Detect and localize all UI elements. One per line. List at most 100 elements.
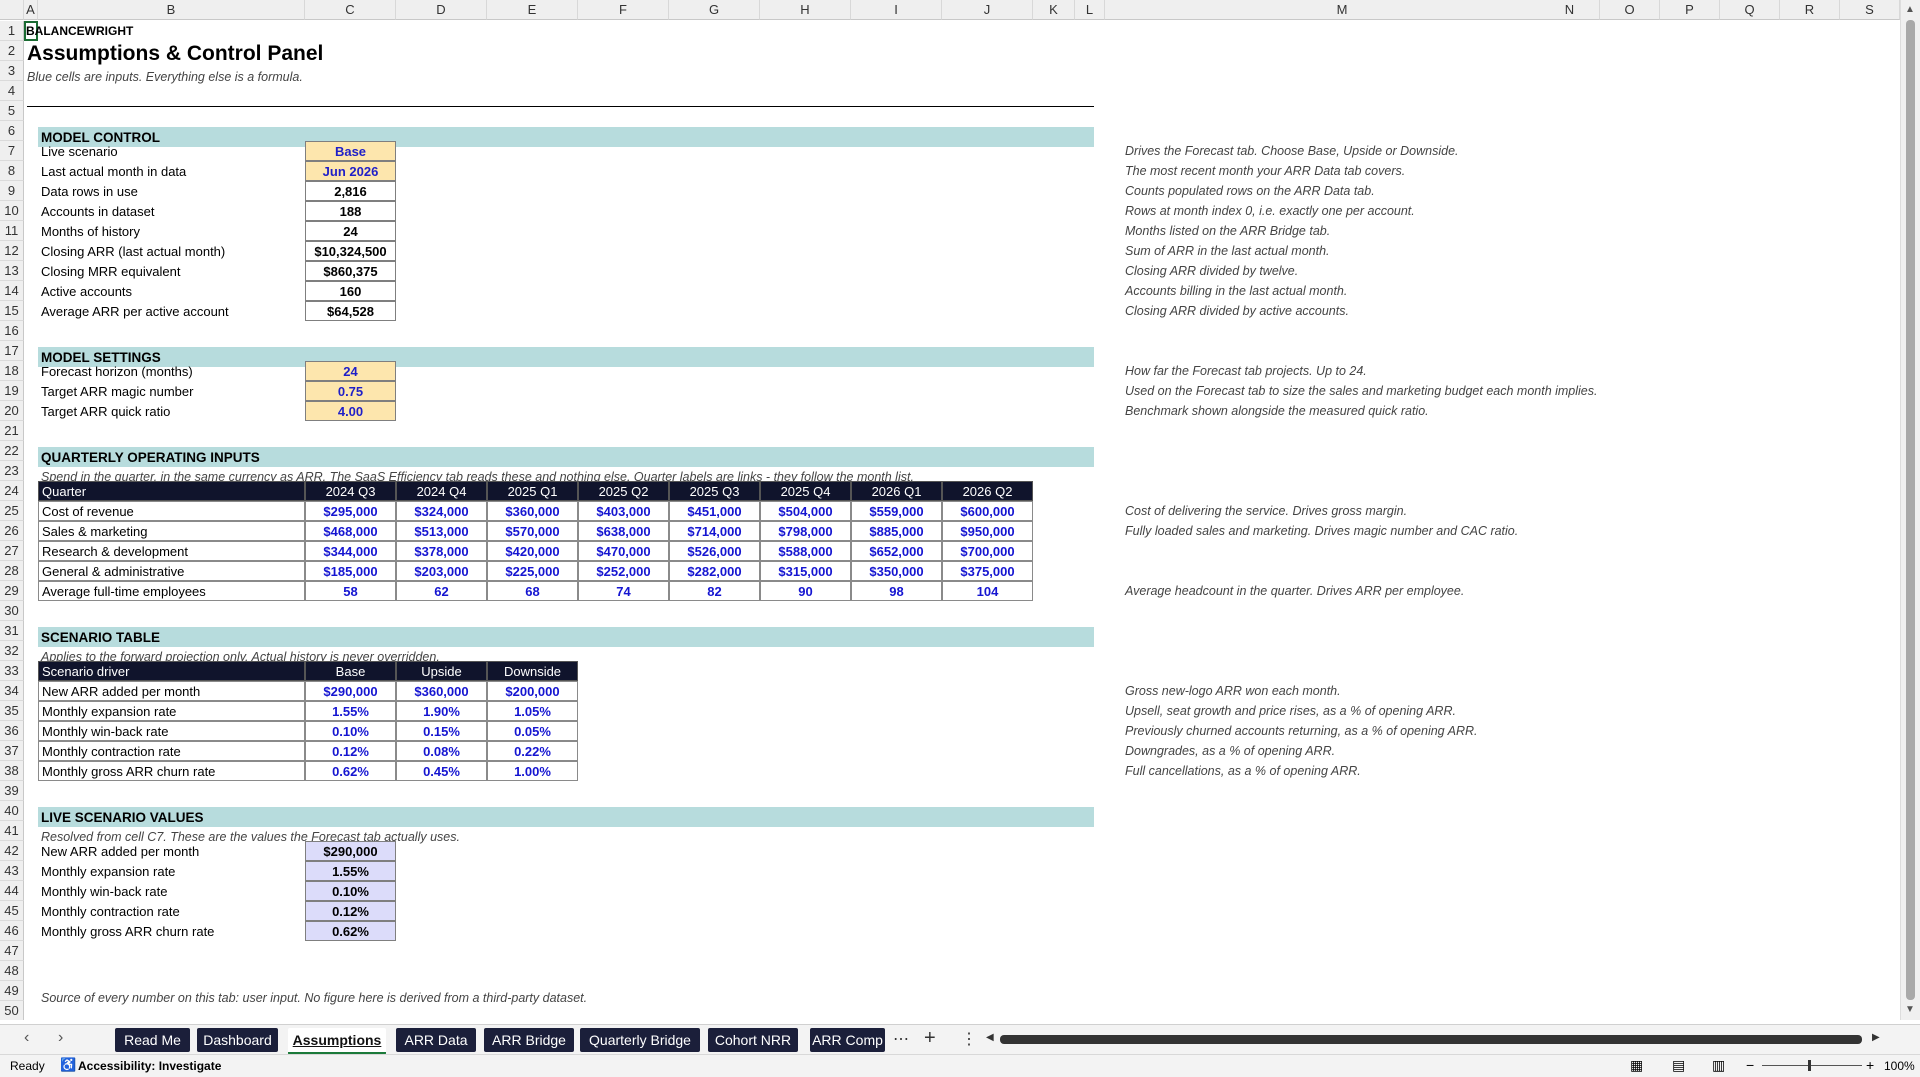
hscroll-right-icon[interactable]: ▶ [1872,1032,1880,1043]
row-header[interactable]: 48 [0,961,24,981]
page-layout-icon[interactable]: ▤ [1672,1057,1685,1074]
row-header[interactable]: 39 [0,781,24,801]
quarterly-value[interactable]: $588,000 [760,541,851,561]
quarterly-value[interactable]: $451,000 [669,501,760,521]
row-header[interactable]: 47 [0,941,24,961]
row-header[interactable]: 23 [0,461,24,481]
quarterly-value[interactable]: $252,000 [578,561,669,581]
horizontal-scrollbar[interactable]: ◀ ▶ [986,1032,1891,1045]
sheet-tab[interactable]: ARR Data [396,1028,476,1052]
row-header[interactable]: 13 [0,261,24,281]
row-header[interactable]: 27 [0,541,24,561]
column-header[interactable]: R [1780,0,1840,20]
zoom-out-icon[interactable]: − [1746,1057,1754,1073]
column-header[interactable]: N [1540,0,1600,20]
quarterly-value[interactable]: 90 [760,581,851,601]
scenario-value[interactable]: 1.55% [305,701,396,721]
quarterly-value[interactable]: $504,000 [760,501,851,521]
model-control-value[interactable]: $860,375 [305,261,396,281]
row-header[interactable]: 5 [0,101,24,121]
quarterly-value[interactable]: $526,000 [669,541,760,561]
row-header[interactable]: 9 [0,181,24,201]
row-header[interactable]: 35 [0,701,24,721]
column-header[interactable]: B [38,0,305,20]
sheet-tab[interactable]: Read Me [115,1028,190,1052]
row-header[interactable]: 34 [0,681,24,701]
row-header[interactable]: 40 [0,801,24,821]
column-header[interactable]: I [851,0,942,20]
row-header[interactable]: 22 [0,441,24,461]
add-sheet-icon[interactable]: + [924,1027,936,1050]
scenario-value[interactable]: $200,000 [487,681,578,701]
row-header[interactable]: 49 [0,981,24,1001]
quarterly-value[interactable]: 58 [305,581,396,601]
model-setting-value[interactable]: 4.00 [305,401,396,421]
row-header[interactable]: 30 [0,601,24,621]
row-header[interactable]: 33 [0,661,24,681]
quarterly-value[interactable]: $600,000 [942,501,1033,521]
row-header[interactable]: 17 [0,341,24,361]
scroll-thumb[interactable] [1906,20,1915,1000]
row-header[interactable]: 26 [0,521,24,541]
model-control-value[interactable]: 188 [305,201,396,221]
quarterly-value[interactable]: $344,000 [305,541,396,561]
row-header[interactable]: 7 [0,141,24,161]
column-header[interactable]: A [24,0,38,20]
row-header[interactable]: 37 [0,741,24,761]
row-header[interactable]: 4 [0,81,24,101]
model-control-value[interactable]: Jun 2026 [305,161,396,181]
scenario-value[interactable]: 1.00% [487,761,578,781]
quarterly-value[interactable]: $470,000 [578,541,669,561]
scenario-value[interactable]: 1.05% [487,701,578,721]
column-header[interactable]: C [305,0,396,20]
column-header[interactable]: H [760,0,851,20]
quarterly-value[interactable]: $360,000 [487,501,578,521]
scenario-value[interactable]: $290,000 [305,681,396,701]
row-header[interactable]: 8 [0,161,24,181]
vertical-scrollbar[interactable]: ▲ ▼ [1900,0,1920,1020]
column-header[interactable]: O [1600,0,1660,20]
row-header[interactable]: 44 [0,881,24,901]
scenario-value[interactable]: 0.10% [305,721,396,741]
sheet-tab[interactable]: Assumptions [288,1028,386,1055]
quarterly-value[interactable]: $420,000 [487,541,578,561]
quarterly-value[interactable]: $295,000 [305,501,396,521]
row-header[interactable]: 15 [0,301,24,321]
scenario-value[interactable]: $360,000 [396,681,487,701]
scenario-value[interactable]: 0.15% [396,721,487,741]
row-header[interactable]: 18 [0,361,24,381]
column-header[interactable]: L [1075,0,1105,20]
column-header[interactable]: G [669,0,760,20]
tab-scroll-right-icon[interactable]: › [58,1029,63,1047]
quarterly-value[interactable]: 104 [942,581,1033,601]
sheet-tab[interactable]: Cohort NRR [708,1028,798,1052]
model-control-value[interactable]: $64,528 [305,301,396,321]
row-header[interactable]: 11 [0,221,24,241]
row-header[interactable]: 10 [0,201,24,221]
sheet-tab[interactable]: ARR Bridge [484,1028,574,1052]
column-header[interactable]: Q [1720,0,1780,20]
quarterly-value[interactable]: $714,000 [669,521,760,541]
spreadsheet-grid[interactable]: ABCDEFGHIJKLMNOPQRS 1 2 3 4 5 6 7 8 9 10 11 12 13 14 1… [0,0,1920,1020]
quarterly-value[interactable]: $468,000 [305,521,396,541]
column-header[interactable]: F [578,0,669,20]
accessibility-status[interactable]: Accessibility: Investigate [78,1059,221,1073]
quarterly-value[interactable]: 82 [669,581,760,601]
sheet-tab[interactable]: Dashboard [197,1028,278,1052]
quarterly-value[interactable]: $570,000 [487,521,578,541]
row-header[interactable]: 20 [0,401,24,421]
row-header[interactable]: 19 [0,381,24,401]
quarterly-value[interactable]: $403,000 [578,501,669,521]
row-header[interactable]: 36 [0,721,24,741]
quarterly-value[interactable]: $375,000 [942,561,1033,581]
more-tabs-icon[interactable]: ⋯ [893,1029,909,1049]
quarterly-value[interactable]: $282,000 [669,561,760,581]
row-header[interactable]: 46 [0,921,24,941]
model-control-value[interactable]: $10,324,500 [305,241,396,261]
row-header[interactable]: 21 [0,421,24,441]
scenario-value[interactable]: 0.12% [305,741,396,761]
row-header[interactable]: 32 [0,641,24,661]
quarterly-value[interactable]: 74 [578,581,669,601]
scenario-value[interactable]: 0.08% [396,741,487,761]
page-break-icon[interactable]: ▥ [1712,1057,1725,1074]
